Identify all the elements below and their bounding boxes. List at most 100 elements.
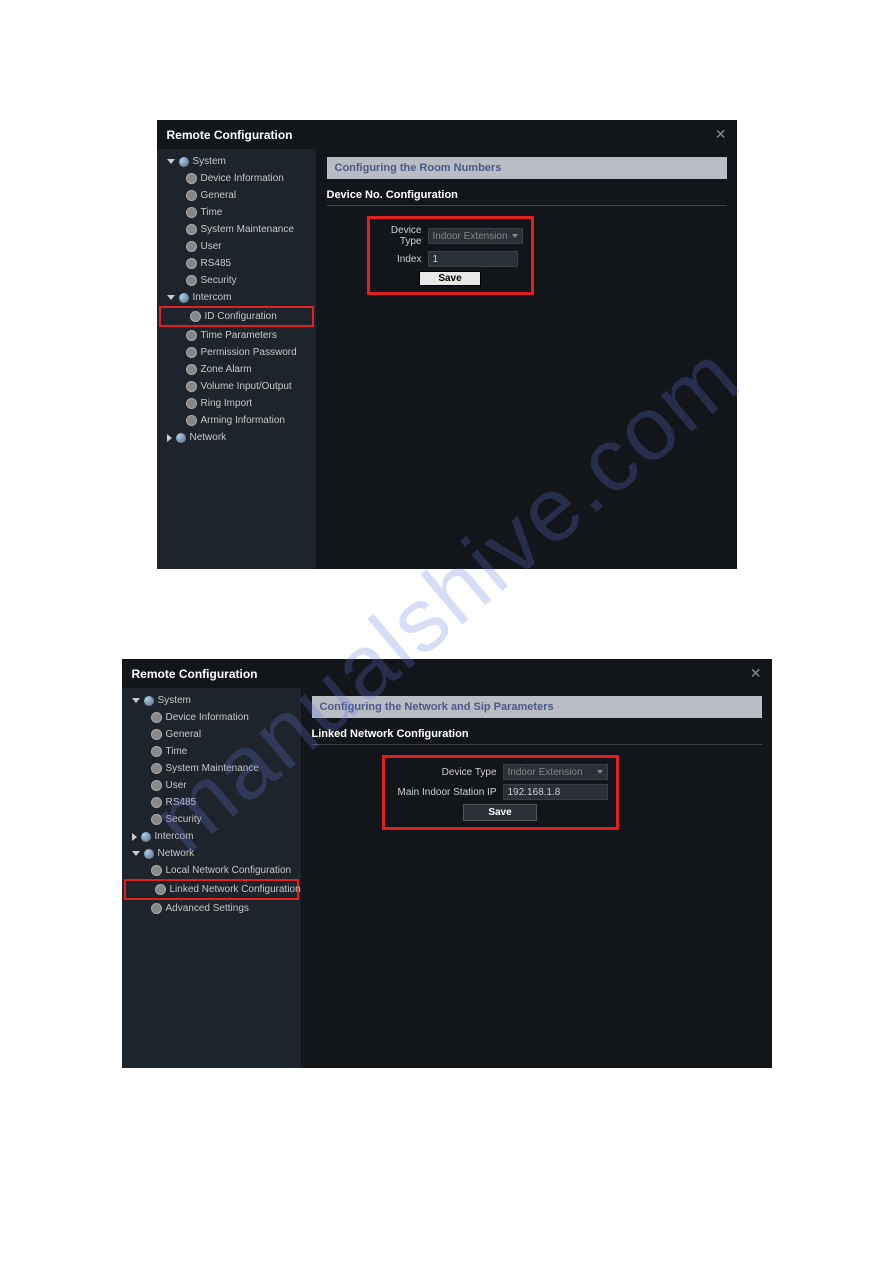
- sidebar-item-user[interactable]: User: [157, 238, 316, 255]
- close-icon[interactable]: ✕: [715, 126, 727, 143]
- close-icon[interactable]: ✕: [750, 665, 762, 682]
- gear-icon: [152, 866, 161, 875]
- window-remote-config-2: Remote Configuration ✕ System Device Inf…: [122, 659, 772, 1068]
- sidebar-label: ID Configuration: [205, 311, 277, 322]
- sidebar-item-linked-net[interactable]: Linked Network Configuration: [124, 879, 299, 900]
- sidebar-item-maintenance[interactable]: System Maintenance: [157, 221, 316, 238]
- sidebar-label: Device Information: [201, 173, 284, 184]
- sidebar-label: Device Information: [166, 712, 249, 723]
- device-type-select[interactable]: Indoor Extension: [503, 764, 608, 780]
- chevron-down-icon: [512, 234, 518, 238]
- gear-icon: [187, 382, 196, 391]
- chevron-right-icon: [167, 434, 172, 442]
- sidebar-label: Linked Network Configuration: [170, 884, 301, 895]
- titlebar: Remote Configuration ✕: [122, 659, 772, 688]
- save-button[interactable]: Save: [463, 804, 536, 821]
- save-button[interactable]: Save: [419, 271, 480, 286]
- sidebar-item-device-info[interactable]: Device Information: [122, 709, 301, 726]
- sidebar-item-network[interactable]: Network: [157, 429, 316, 446]
- sidebar-item-ring-import[interactable]: Ring Import: [157, 395, 316, 412]
- sidebar-label: Security: [201, 275, 237, 286]
- gear-icon: [187, 399, 196, 408]
- content-panel: Configuring the Network and Sip Paramete…: [302, 688, 772, 1068]
- section-title: Device No. Configuration: [327, 189, 727, 206]
- sidebar-item-time-params[interactable]: Time Parameters: [157, 327, 316, 344]
- content-panel: Configuring the Room Numbers Device No. …: [317, 149, 737, 569]
- sidebar: System Device Information General Time S…: [122, 688, 302, 1068]
- device-type-select[interactable]: Indoor Extension: [428, 228, 523, 244]
- globe-icon: [144, 696, 154, 706]
- sidebar-item-device-info[interactable]: Device Information: [157, 170, 316, 187]
- sidebar-item-intercom[interactable]: Intercom: [157, 289, 316, 306]
- sidebar-item-system[interactable]: System: [157, 153, 316, 170]
- sidebar-label: General: [166, 729, 202, 740]
- sidebar-label: RS485: [166, 797, 197, 808]
- content-banner: Configuring the Network and Sip Paramete…: [312, 696, 762, 718]
- globe-icon: [144, 849, 154, 859]
- sidebar-label: User: [201, 241, 222, 252]
- index-label: Index: [378, 254, 428, 265]
- sidebar-item-time[interactable]: Time: [122, 743, 301, 760]
- sidebar-label: Intercom: [155, 831, 194, 842]
- sidebar-label: Time: [201, 207, 223, 218]
- chevron-right-icon: [132, 833, 137, 841]
- sidebar-item-volume[interactable]: Volume Input/Output: [157, 378, 316, 395]
- gear-icon: [187, 416, 196, 425]
- sidebar-item-id-config[interactable]: ID Configuration: [159, 306, 314, 327]
- sidebar-label: Intercom: [193, 292, 232, 303]
- sidebar-item-network[interactable]: Network: [122, 845, 301, 862]
- gear-icon: [152, 781, 161, 790]
- gear-icon: [187, 208, 196, 217]
- sidebar-label: System: [158, 695, 191, 706]
- section-title: Linked Network Configuration: [312, 728, 762, 745]
- gear-icon: [187, 191, 196, 200]
- sidebar-item-system[interactable]: System: [122, 692, 301, 709]
- chevron-down-icon: [167, 295, 175, 300]
- titlebar: Remote Configuration ✕: [157, 120, 737, 149]
- sidebar-item-advanced[interactable]: Advanced Settings: [122, 900, 301, 917]
- sidebar-label: System Maintenance: [166, 763, 259, 774]
- gear-icon: [156, 885, 165, 894]
- sidebar-item-security[interactable]: Security: [157, 272, 316, 289]
- gear-icon: [152, 730, 161, 739]
- sidebar-label: Network: [190, 432, 227, 443]
- sidebar-label: Local Network Configuration: [166, 865, 292, 876]
- sidebar-item-zone-alarm[interactable]: Zone Alarm: [157, 361, 316, 378]
- gear-icon: [152, 713, 161, 722]
- sidebar-label: System: [193, 156, 226, 167]
- sidebar-item-security[interactable]: Security: [122, 811, 301, 828]
- sidebar-item-rs485[interactable]: RS485: [122, 794, 301, 811]
- sidebar-item-arming[interactable]: Arming Information: [157, 412, 316, 429]
- sidebar-item-permission[interactable]: Permission Password: [157, 344, 316, 361]
- sidebar-item-maintenance[interactable]: System Maintenance: [122, 760, 301, 777]
- ip-label: Main Indoor Station IP: [393, 787, 503, 798]
- gear-icon: [152, 904, 161, 913]
- sidebar-label: Security: [166, 814, 202, 825]
- sidebar-item-rs485[interactable]: RS485: [157, 255, 316, 272]
- globe-icon: [179, 293, 189, 303]
- sidebar-label: Network: [158, 848, 195, 859]
- gear-icon: [191, 312, 200, 321]
- window-title: Remote Configuration: [132, 667, 258, 681]
- sidebar-label: Advanced Settings: [166, 903, 249, 914]
- chevron-down-icon: [132, 851, 140, 856]
- sidebar-label: General: [201, 190, 237, 201]
- gear-icon: [187, 225, 196, 234]
- sidebar-item-local-net[interactable]: Local Network Configuration: [122, 862, 301, 879]
- sidebar-item-intercom[interactable]: Intercom: [122, 828, 301, 845]
- gear-icon: [187, 276, 196, 285]
- sidebar-item-user[interactable]: User: [122, 777, 301, 794]
- sidebar-label: Volume Input/Output: [201, 381, 292, 392]
- form-highlight-box: Device Type Indoor Extension Index Save: [367, 216, 534, 295]
- index-input[interactable]: [428, 251, 518, 267]
- sidebar-item-time[interactable]: Time: [157, 204, 316, 221]
- sidebar-item-general[interactable]: General: [122, 726, 301, 743]
- chevron-down-icon: [132, 698, 140, 703]
- ip-input[interactable]: [503, 784, 608, 800]
- globe-icon: [179, 157, 189, 167]
- sidebar-item-general[interactable]: General: [157, 187, 316, 204]
- form-highlight-box: Device Type Indoor Extension Main Indoor…: [382, 755, 619, 830]
- sidebar-label: Permission Password: [201, 347, 297, 358]
- sidebar-label: Ring Import: [201, 398, 253, 409]
- sidebar-label: RS485: [201, 258, 232, 269]
